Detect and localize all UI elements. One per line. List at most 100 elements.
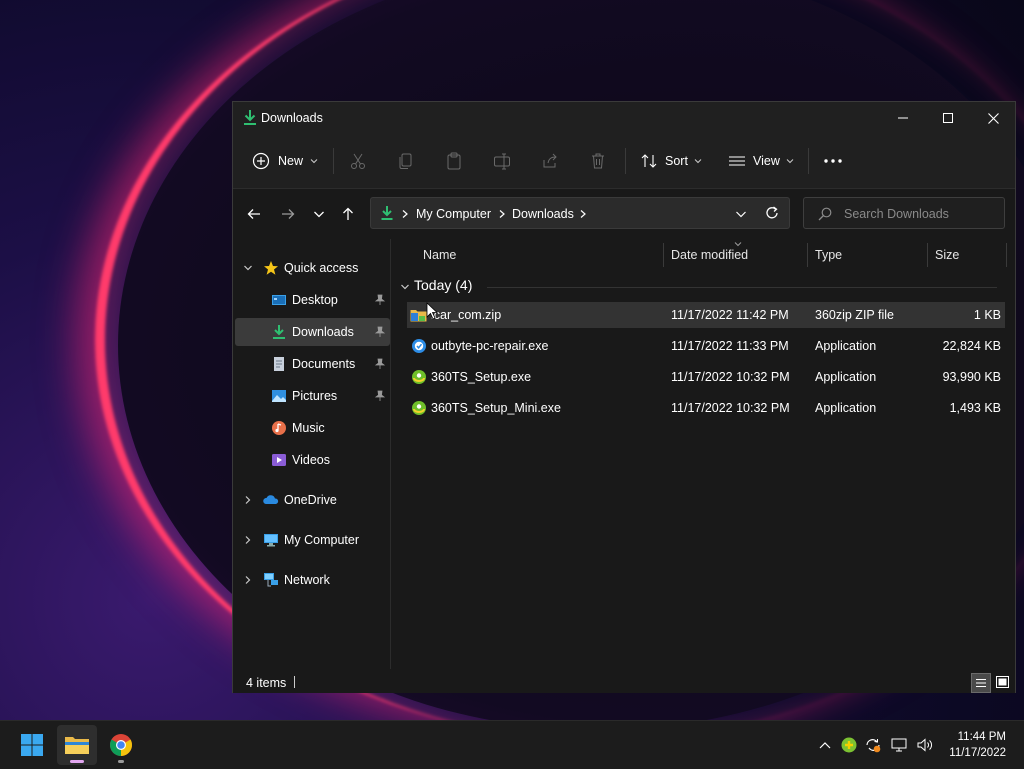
file-name: icar_com.zip: [431, 308, 502, 322]
show-hidden-icons-button[interactable]: [815, 735, 835, 755]
outbyte-icon: [412, 339, 426, 353]
pin-icon[interactable]: [374, 294, 386, 306]
address-dropdown-icon[interactable]: [735, 209, 747, 219]
view-lines-icon: [729, 156, 745, 166]
file-name: 360TS_Setup.exe: [431, 370, 532, 384]
column-header-name[interactable]: Name: [423, 248, 456, 262]
sidebar-item-quick-access[interactable]: Quick access: [235, 254, 390, 282]
sidebar-item-label: OneDrive: [284, 493, 337, 507]
file-size: 22,824 KB: [942, 339, 1001, 353]
column-header-size[interactable]: Size: [935, 248, 959, 262]
sidebar-item-desktop[interactable]: Desktop: [235, 286, 390, 314]
recent-locations-button[interactable]: [307, 203, 331, 225]
column-header-date-modified[interactable]: Date modified: [671, 248, 748, 262]
cut-button[interactable]: [349, 143, 367, 179]
sort-icon: [641, 154, 657, 168]
maximize-button[interactable]: [925, 102, 971, 134]
more-options-button[interactable]: [823, 143, 843, 179]
sidebar-item-music[interactable]: Music: [235, 414, 390, 442]
title-bar[interactable]: Downloads: [233, 102, 1015, 134]
file-row[interactable]: outbyte-pc-repair.exe 11/17/2022 11:33 P…: [407, 333, 1005, 359]
breadcrumb-my-computer[interactable]: My Computer: [416, 207, 491, 221]
sort-button[interactable]: Sort: [640, 143, 703, 179]
details-view-button[interactable]: [971, 673, 991, 693]
view-button[interactable]: View: [728, 143, 795, 179]
column-header-type[interactable]: Type: [815, 248, 842, 262]
navigation-bar: My Computer Downloads Search Downloads: [233, 189, 1015, 239]
status-separator: [294, 676, 295, 688]
large-icons-view-button[interactable]: [993, 673, 1011, 691]
360-icon: [841, 737, 857, 753]
tray-network-icon[interactable]: [890, 735, 910, 755]
breadcrumb-downloads[interactable]: Downloads: [512, 207, 574, 221]
start-button[interactable]: [12, 725, 52, 765]
tray-volume-icon[interactable]: [915, 735, 935, 755]
group-header[interactable]: Today (4): [414, 277, 472, 293]
paste-button[interactable]: [445, 143, 463, 179]
sidebar-item-network[interactable]: Network: [235, 566, 390, 594]
folder-icon: [65, 737, 89, 754]
sidebar-item-my-computer[interactable]: My Computer: [235, 526, 390, 554]
chevron-right-icon: [402, 210, 408, 218]
sidebar-item-pictures[interactable]: Pictures: [235, 382, 390, 410]
column-divider[interactable]: [663, 243, 664, 267]
search-box[interactable]: Search Downloads: [803, 197, 1005, 229]
share-button[interactable]: [541, 143, 559, 179]
pin-icon[interactable]: [374, 358, 386, 370]
share-icon: [543, 153, 557, 168]
separator: [808, 148, 809, 174]
back-button[interactable]: [242, 203, 266, 225]
sidebar-item-onedrive[interactable]: OneDrive: [235, 486, 390, 514]
file-type: 360zip ZIP file: [815, 308, 894, 322]
videos-icon: [272, 454, 286, 466]
file-size: 1,493 KB: [949, 401, 1001, 415]
copy-button[interactable]: [397, 143, 415, 179]
tray-sync-icon[interactable]: [863, 735, 883, 755]
up-button[interactable]: [336, 203, 360, 225]
item-count: 4 items: [246, 676, 287, 690]
plus-circle-icon: [252, 152, 270, 170]
pin-icon[interactable]: [374, 326, 386, 338]
column-divider[interactable]: [927, 243, 928, 267]
sidebar-item-documents[interactable]: Documents: [235, 350, 390, 378]
file-row[interactable]: 360TS_Setup.exe 11/17/2022 10:32 PM Appl…: [407, 364, 1005, 390]
network-icon: [264, 573, 278, 587]
onedrive-icon: [263, 495, 279, 504]
new-button[interactable]: New: [252, 143, 319, 179]
column-divider[interactable]: [807, 243, 808, 267]
refresh-icon[interactable]: [765, 206, 779, 220]
pin-icon[interactable]: [374, 390, 386, 402]
arrow-up-icon: [343, 207, 353, 220]
sidebar-item-label: Documents: [292, 357, 356, 371]
taskbar: 11:44 PM 11/17/2022: [0, 720, 1024, 769]
chevron-right-icon: [245, 576, 251, 584]
close-button[interactable]: [970, 102, 1016, 134]
file-row[interactable]: 360TS_Setup_Mini.exe 11/17/2022 10:32 PM…: [407, 395, 1005, 421]
chevron-up-icon: [819, 742, 831, 749]
minimize-button[interactable]: [880, 102, 926, 134]
sidebar-item-videos[interactable]: Videos: [235, 446, 390, 474]
file-date: 11/17/2022 10:32 PM: [671, 370, 790, 384]
file-size: 93,990 KB: [942, 370, 1001, 384]
column-divider[interactable]: [1006, 243, 1007, 267]
chevron-down-icon[interactable]: [400, 282, 410, 292]
minimize-icon: [898, 117, 908, 119]
taskbar-clock[interactable]: 11:44 PM 11/17/2022: [949, 729, 1006, 761]
mouse-cursor-icon: [426, 302, 438, 320]
forward-button[interactable]: [276, 203, 300, 225]
rename-button[interactable]: [493, 143, 511, 179]
search-input[interactable]: Search Downloads: [844, 207, 949, 221]
chrome-icon: [110, 734, 132, 756]
file-row[interactable]: icar_com.zip 11/17/2022 11:42 PM 360zip …: [407, 302, 1005, 328]
sidebar-item-downloads[interactable]: Downloads: [235, 318, 390, 346]
chevron-right-icon: [245, 536, 251, 544]
address-bar[interactable]: My Computer Downloads: [370, 197, 790, 229]
chevron-down-icon: [314, 211, 324, 218]
file-date: 11/17/2022 11:33 PM: [671, 339, 789, 353]
taskbar-chrome[interactable]: [101, 725, 141, 765]
documents-icon: [274, 357, 284, 371]
taskbar-file-explorer[interactable]: [57, 725, 97, 765]
delete-button[interactable]: [589, 143, 607, 179]
pictures-icon: [272, 390, 286, 402]
tray-360-icon[interactable]: [839, 735, 859, 755]
